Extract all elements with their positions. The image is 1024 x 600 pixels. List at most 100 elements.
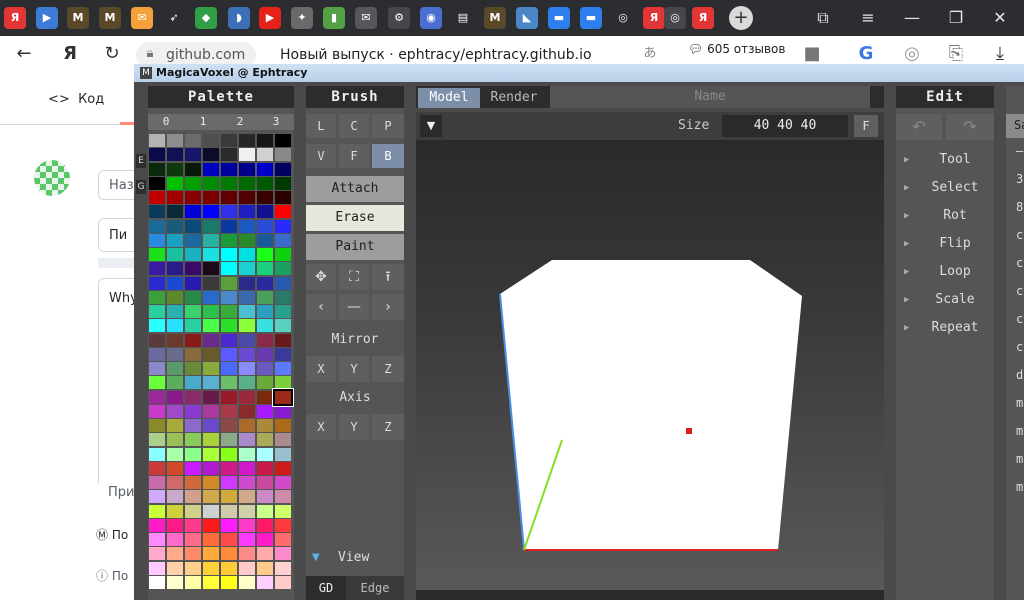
palette-swatch[interactable] xyxy=(257,248,273,261)
app-m-icon[interactable]: M xyxy=(99,7,121,29)
palette-swatch[interactable] xyxy=(149,162,165,176)
palette-swatch[interactable] xyxy=(257,518,273,532)
feather-icon[interactable]: ➶ xyxy=(163,7,185,29)
palette-swatch[interactable] xyxy=(167,504,183,518)
name-field[interactable]: Name xyxy=(550,86,870,108)
palette-swatch[interactable] xyxy=(275,233,291,247)
chevron-down-icon[interactable]: ▼ xyxy=(420,115,442,137)
palette-swatch[interactable] xyxy=(149,404,165,418)
palette-swatch[interactable] xyxy=(221,305,237,318)
palette-swatch[interactable] xyxy=(239,476,255,489)
palette-swatch[interactable] xyxy=(167,376,183,390)
brush-l-button[interactable]: L xyxy=(306,114,336,138)
redo-icon[interactable]: ↷ xyxy=(946,114,994,140)
brush-c-button[interactable]: C xyxy=(339,114,369,138)
right-panel-item[interactable]: 3 xyxy=(1016,172,1023,186)
palette-swatch[interactable] xyxy=(167,561,183,575)
video-icon[interactable]: ▶ xyxy=(36,7,58,29)
book-icon[interactable]: ▮ xyxy=(323,7,345,29)
palette-swatch[interactable] xyxy=(149,134,165,147)
shield-icon[interactable]: ◆ xyxy=(195,7,217,29)
palette-swatch[interactable] xyxy=(221,333,237,347)
palette-swatch[interactable] xyxy=(257,290,273,304)
palette-swatch[interactable] xyxy=(275,219,291,233)
palette-swatch[interactable] xyxy=(275,461,291,475)
palette-swatch[interactable] xyxy=(167,476,183,489)
extension-icon[interactable]: ◎ xyxy=(902,44,922,64)
palette-swatch[interactable] xyxy=(221,547,237,561)
palette-swatch[interactable] xyxy=(275,447,291,461)
palette-swatch[interactable] xyxy=(149,276,165,290)
palette-swatch[interactable] xyxy=(149,547,165,561)
palette-swatch[interactable] xyxy=(275,419,291,432)
yandex-icon[interactable]: Я xyxy=(60,44,80,64)
right-panel-item[interactable]: Sa xyxy=(1014,118,1024,132)
edit-item-select[interactable]: ▶ Select xyxy=(896,176,994,200)
python-icon[interactable]: ◗ xyxy=(228,7,250,29)
minimize-icon[interactable]: — xyxy=(902,8,922,28)
palette-page-1[interactable]: 1 xyxy=(184,114,222,130)
tab-code[interactable]: <> Код xyxy=(48,92,104,107)
palette-swatch[interactable] xyxy=(203,233,219,247)
palette-swatch[interactable] xyxy=(149,262,165,276)
palette-swatch[interactable] xyxy=(257,233,273,247)
edit-item-flip[interactable]: ▶ Flip xyxy=(896,232,994,256)
size-input[interactable]: 40 40 40 xyxy=(722,115,848,137)
palette-swatch[interactable] xyxy=(239,205,255,219)
palette-swatch[interactable] xyxy=(275,205,291,219)
palette-swatch[interactable] xyxy=(149,347,165,361)
palette-swatch[interactable] xyxy=(185,219,201,233)
palette-swatch[interactable] xyxy=(221,148,237,162)
palette-swatch[interactable] xyxy=(275,433,291,447)
palette-swatch[interactable] xyxy=(239,561,255,575)
palette-swatch[interactable] xyxy=(221,319,237,333)
palette-swatch[interactable] xyxy=(167,248,183,261)
palette-swatch[interactable] xyxy=(257,134,273,147)
palette-swatch[interactable] xyxy=(149,305,165,318)
app-m-icon[interactable]: M xyxy=(484,7,506,29)
palette-swatch[interactable] xyxy=(185,504,201,518)
palette-swatch[interactable] xyxy=(167,404,183,418)
palette-swatch[interactable] xyxy=(167,162,183,176)
palette-swatch[interactable] xyxy=(221,533,237,546)
palette-swatch[interactable] xyxy=(275,476,291,489)
palette-swatch[interactable] xyxy=(221,433,237,447)
palette-swatch[interactable] xyxy=(239,305,255,318)
palette-swatch[interactable] xyxy=(203,447,219,461)
emblem-icon[interactable]: ✦ xyxy=(291,7,313,29)
palette-swatch[interactable] xyxy=(185,376,201,390)
palette-swatch[interactable] xyxy=(203,191,219,204)
collections-icon[interactable]: ⎘ xyxy=(946,44,966,64)
palette-side-button-g[interactable]: G xyxy=(136,180,146,194)
palette-swatch[interactable] xyxy=(239,276,255,290)
palette-swatch[interactable] xyxy=(185,233,201,247)
palette-swatch[interactable] xyxy=(257,362,273,375)
palette-swatch[interactable] xyxy=(149,561,165,575)
palette-swatch[interactable] xyxy=(185,447,201,461)
palette-swatch[interactable] xyxy=(203,176,219,190)
edit-item-repeat[interactable]: ▶ Repeat xyxy=(896,316,994,340)
palette-swatch[interactable] xyxy=(167,276,183,290)
palette-swatch[interactable] xyxy=(239,404,255,418)
palette-swatch[interactable] xyxy=(221,518,237,532)
new-tab-button[interactable]: + xyxy=(729,6,753,30)
palette-swatch[interactable] xyxy=(167,490,183,504)
palette-swatch[interactable] xyxy=(203,390,219,404)
palette-swatch[interactable] xyxy=(239,233,255,247)
palette-swatch[interactable] xyxy=(221,290,237,304)
palette-swatch[interactable] xyxy=(275,490,291,504)
palette-swatch[interactable] xyxy=(257,176,273,190)
palette-swatch[interactable] xyxy=(275,518,291,532)
reload-icon[interactable]: ↻ xyxy=(102,44,122,64)
palette-swatch[interactable] xyxy=(149,219,165,233)
palette-swatch[interactable] xyxy=(239,162,255,176)
palette-swatch[interactable] xyxy=(203,305,219,318)
3d-viewport[interactable] xyxy=(416,140,884,600)
palette-swatch[interactable] xyxy=(185,148,201,162)
reviews-badge[interactable]: 💬︎ 605 отзывов xyxy=(688,42,785,56)
palette-swatch[interactable] xyxy=(221,262,237,276)
palette-swatch[interactable] xyxy=(275,319,291,333)
right-panel-item[interactable]: c xyxy=(1016,256,1023,270)
palette-swatch[interactable] xyxy=(239,533,255,546)
palette-swatch[interactable] xyxy=(167,333,183,347)
